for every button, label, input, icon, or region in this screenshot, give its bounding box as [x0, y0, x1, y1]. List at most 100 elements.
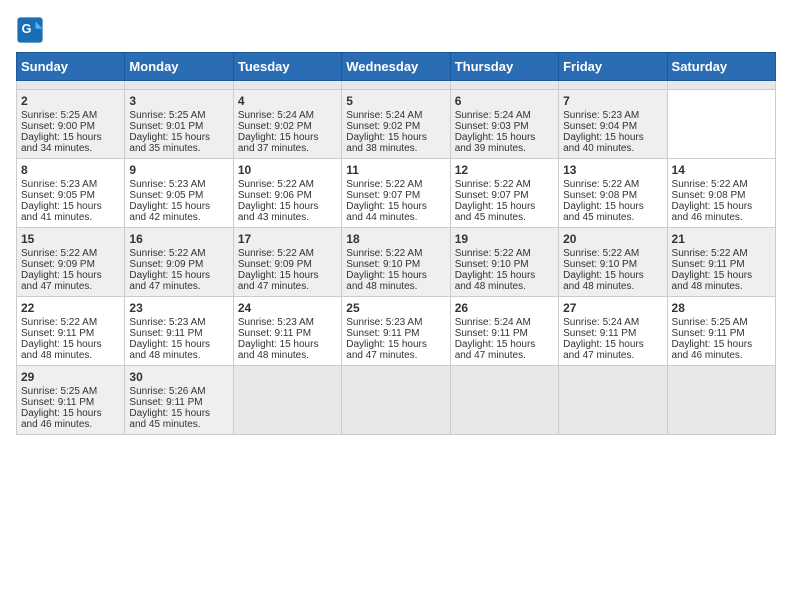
sunrise-text: Sunrise: 5:23 AM: [129, 179, 228, 190]
day-number: 16: [129, 232, 228, 246]
calendar-cell: 24Sunrise: 5:23 AMSunset: 9:11 PMDayligh…: [233, 297, 341, 366]
calendar-cell: 6Sunrise: 5:24 AMSunset: 9:03 PMDaylight…: [450, 90, 558, 159]
calendar-cell: 25Sunrise: 5:23 AMSunset: 9:11 PMDayligh…: [342, 297, 450, 366]
sunset-text: Sunset: 9:06 PM: [238, 190, 337, 201]
day-number: 25: [346, 301, 445, 315]
calendar-cell: 19Sunrise: 5:22 AMSunset: 9:10 PMDayligh…: [450, 228, 558, 297]
sunset-text: Sunset: 9:05 PM: [129, 190, 228, 201]
sunset-text: Sunset: 9:04 PM: [563, 121, 662, 132]
calendar-cell: 23Sunrise: 5:23 AMSunset: 9:11 PMDayligh…: [125, 297, 233, 366]
sunrise-text: Sunrise: 5:23 AM: [563, 110, 662, 121]
sunset-text: Sunset: 9:08 PM: [672, 190, 771, 201]
sunset-text: Sunset: 9:11 PM: [672, 328, 771, 339]
day-number: 18: [346, 232, 445, 246]
calendar-cell: 2Sunrise: 5:25 AMSunset: 9:00 PMDaylight…: [17, 90, 125, 159]
sunrise-text: Sunrise: 5:25 AM: [21, 110, 120, 121]
daylight-text: Daylight: 15 hours and 44 minutes.: [346, 201, 445, 223]
calendar-cell: 7 Sunrise: 5:23 AMSunset: 9:04 PMDaylight…: [559, 90, 667, 159]
sunrise-text: Sunrise: 5:22 AM: [129, 248, 228, 259]
calendar-cell: [667, 366, 775, 435]
sunset-text: Sunset: 9:02 PM: [238, 121, 337, 132]
sunset-text: Sunset: 9:01 PM: [129, 121, 228, 132]
daylight-text: Daylight: 15 hours and 41 minutes.: [21, 201, 120, 223]
sunset-text: Sunset: 9:02 PM: [346, 121, 445, 132]
calendar-cell: [233, 81, 341, 90]
calendar-cell: 4Sunrise: 5:24 AMSunset: 9:02 PMDaylight…: [233, 90, 341, 159]
sunset-text: Sunset: 9:11 PM: [21, 397, 120, 408]
sunset-text: Sunset: 9:11 PM: [21, 328, 120, 339]
day-number: 22: [21, 301, 120, 315]
daylight-text: Daylight: 15 hours and 35 minutes.: [129, 132, 228, 154]
week-row-3: 8Sunrise: 5:23 AMSunset: 9:05 PMDaylight…: [17, 159, 776, 228]
daylight-text: Daylight: 15 hours and 48 minutes.: [238, 339, 337, 361]
sunset-text: Sunset: 9:11 PM: [455, 328, 554, 339]
sunrise-text: Sunrise: 5:22 AM: [238, 179, 337, 190]
day-header-friday: Friday: [559, 53, 667, 81]
day-number: 24: [238, 301, 337, 315]
sunset-text: Sunset: 9:11 PM: [563, 328, 662, 339]
calendar-cell: 21Sunrise: 5:22 AMSunset: 9:11 PMDayligh…: [667, 228, 775, 297]
day-number: 26: [455, 301, 554, 315]
day-number: 21: [672, 232, 771, 246]
calendar-cell: 9Sunrise: 5:23 AMSunset: 9:05 PMDaylight…: [125, 159, 233, 228]
calendar-cell: 5Sunrise: 5:24 AMSunset: 9:02 PMDaylight…: [342, 90, 450, 159]
sunset-text: Sunset: 9:11 PM: [129, 397, 228, 408]
calendar-cell: [342, 81, 450, 90]
week-row-1: [17, 81, 776, 90]
sunrise-text: Sunrise: 5:22 AM: [672, 248, 771, 259]
sunset-text: Sunset: 9:08 PM: [563, 190, 662, 201]
day-number: 7: [563, 94, 662, 108]
sunset-text: Sunset: 9:11 PM: [672, 259, 771, 270]
calendar-cell: 18Sunrise: 5:22 AMSunset: 9:10 PMDayligh…: [342, 228, 450, 297]
calendar-cell: 15Sunrise: 5:22 AMSunset: 9:09 PMDayligh…: [17, 228, 125, 297]
sunset-text: Sunset: 9:07 PM: [455, 190, 554, 201]
daylight-text: Daylight: 15 hours and 37 minutes.: [238, 132, 337, 154]
sunrise-text: Sunrise: 5:25 AM: [672, 317, 771, 328]
sunset-text: Sunset: 9:10 PM: [455, 259, 554, 270]
sunrise-text: Sunrise: 5:22 AM: [21, 248, 120, 259]
day-header-sunday: Sunday: [17, 53, 125, 81]
calendar-cell: [559, 366, 667, 435]
page-header: G: [16, 16, 776, 44]
day-number: 11: [346, 163, 445, 177]
logo-icon: G: [16, 16, 44, 44]
daylight-text: Daylight: 15 hours and 48 minutes.: [21, 339, 120, 361]
daylight-text: Daylight: 15 hours and 48 minutes.: [129, 339, 228, 361]
daylight-text: Daylight: 15 hours and 38 minutes.: [346, 132, 445, 154]
calendar-cell: 27Sunrise: 5:24 AMSunset: 9:11 PMDayligh…: [559, 297, 667, 366]
daylight-text: Daylight: 15 hours and 47 minutes.: [563, 339, 662, 361]
calendar-cell: 22 Sunrise: 5:22 AMSunset: 9:11 PMDayligh…: [17, 297, 125, 366]
logo: G: [16, 16, 48, 44]
sunrise-text: Sunrise: 5:25 AM: [21, 386, 120, 397]
sunrise-text: Sunrise: 5:22 AM: [238, 248, 337, 259]
day-number: 19: [455, 232, 554, 246]
calendar-cell: [342, 366, 450, 435]
calendar-cell: [233, 366, 341, 435]
sunrise-text: Sunrise: 5:26 AM: [129, 386, 228, 397]
sunrise-text: Sunrise: 5:22 AM: [21, 317, 120, 328]
calendar-cell: 10Sunrise: 5:22 AMSunset: 9:06 PMDayligh…: [233, 159, 341, 228]
day-number: 3: [129, 94, 228, 108]
day-number: 30: [129, 370, 228, 384]
daylight-text: Daylight: 15 hours and 47 minutes.: [21, 270, 120, 292]
daylight-text: Daylight: 15 hours and 46 minutes.: [672, 339, 771, 361]
calendar-cell: 26Sunrise: 5:24 AMSunset: 9:11 PMDayligh…: [450, 297, 558, 366]
day-number: 8: [21, 163, 120, 177]
sunset-text: Sunset: 9:11 PM: [238, 328, 337, 339]
daylight-text: Daylight: 15 hours and 47 minutes.: [129, 270, 228, 292]
sunrise-text: Sunrise: 5:23 AM: [21, 179, 120, 190]
sunrise-text: Sunrise: 5:25 AM: [129, 110, 228, 121]
daylight-text: Daylight: 15 hours and 47 minutes.: [455, 339, 554, 361]
sunrise-text: Sunrise: 5:22 AM: [672, 179, 771, 190]
day-number: 29: [21, 370, 120, 384]
day-number: 13: [563, 163, 662, 177]
sunset-text: Sunset: 9:05 PM: [21, 190, 120, 201]
calendar-cell: 12Sunrise: 5:22 AMSunset: 9:07 PMDayligh…: [450, 159, 558, 228]
calendar-cell: 28Sunrise: 5:25 AMSunset: 9:11 PMDayligh…: [667, 297, 775, 366]
daylight-text: Daylight: 15 hours and 40 minutes.: [563, 132, 662, 154]
sunrise-text: Sunrise: 5:23 AM: [346, 317, 445, 328]
sunrise-text: Sunrise: 5:22 AM: [455, 179, 554, 190]
calendar-cell: 17Sunrise: 5:22 AMSunset: 9:09 PMDayligh…: [233, 228, 341, 297]
day-number: 2: [21, 94, 120, 108]
sunset-text: Sunset: 9:09 PM: [129, 259, 228, 270]
